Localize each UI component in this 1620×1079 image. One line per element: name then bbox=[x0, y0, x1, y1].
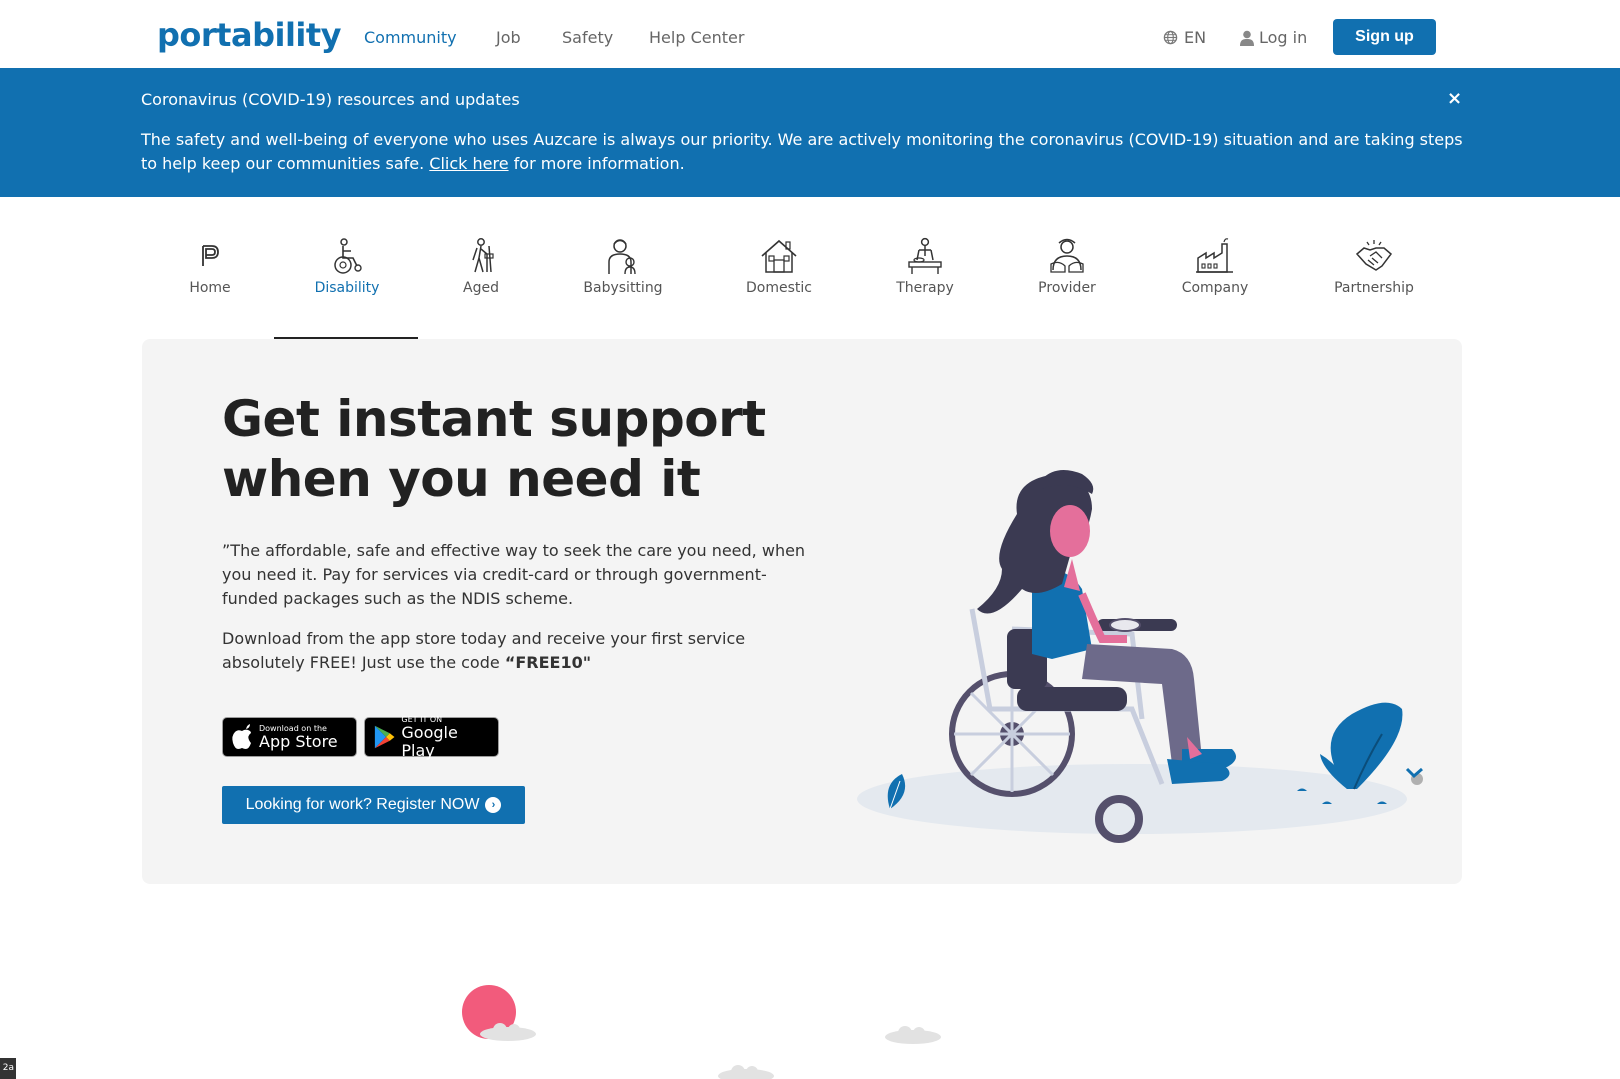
globe-icon bbox=[1163, 30, 1178, 45]
tab-babysitting[interactable]: Babysitting bbox=[553, 236, 693, 296]
hero-title-line1: Get instant support bbox=[222, 390, 766, 448]
tab-label: Disability bbox=[314, 280, 380, 296]
hero-title-line2: when you need it bbox=[222, 450, 701, 508]
tab-label: Domestic bbox=[746, 280, 812, 296]
app-store-big: App Store bbox=[259, 731, 338, 751]
cloud-decoration bbox=[885, 1026, 941, 1044]
banner-body: The safety and well-being of everyone wh… bbox=[141, 128, 1471, 176]
language-selector[interactable]: EN bbox=[1163, 28, 1206, 47]
tab-label: Aged bbox=[463, 280, 499, 296]
register-button[interactable]: Looking for work? Register NOW › bbox=[222, 786, 525, 824]
login-link[interactable]: Log in bbox=[1240, 28, 1307, 47]
tab-disability[interactable]: Disability bbox=[277, 236, 417, 296]
tab-domestic[interactable]: Domestic bbox=[709, 236, 849, 296]
hero-card: Get instant support when you need it ”The… bbox=[142, 339, 1462, 884]
massage-therapy-icon bbox=[908, 237, 942, 274]
hero-description: ”The affordable, safe and effective way … bbox=[222, 541, 806, 608]
corner-tag: 2a bbox=[0, 1058, 16, 1079]
banner-text: The safety and well-being of everyone wh… bbox=[141, 130, 1463, 173]
tab-label: Provider bbox=[1038, 280, 1096, 296]
nav-job[interactable]: Job bbox=[496, 28, 521, 47]
tab-partnership[interactable]: Partnership bbox=[1304, 236, 1444, 296]
covid-banner: Coronavirus (COVID-19) resources and upd… bbox=[0, 68, 1620, 197]
factory-icon bbox=[1196, 238, 1233, 273]
banner-title: Coronavirus (COVID-19) resources and upd… bbox=[141, 90, 520, 109]
app-store-text: Download on the App Store bbox=[259, 724, 338, 751]
banner-click-here-link[interactable]: Click here bbox=[429, 154, 508, 173]
app-store-button[interactable]: Download on the App Store bbox=[222, 717, 357, 757]
handshake-icon bbox=[1355, 240, 1393, 271]
nav-help-center[interactable]: Help Center bbox=[649, 28, 744, 47]
close-icon[interactable]: × bbox=[1447, 88, 1462, 109]
tab-label: Therapy bbox=[896, 280, 954, 296]
wheelchair-icon bbox=[334, 238, 362, 274]
tab-home[interactable]: Home bbox=[140, 236, 280, 296]
tab-label: Company bbox=[1181, 280, 1249, 296]
language-label: EN bbox=[1184, 28, 1207, 47]
tab-company[interactable]: Company bbox=[1145, 236, 1285, 296]
tab-aged[interactable]: Aged bbox=[411, 236, 551, 296]
chevron-right-icon: › bbox=[485, 797, 502, 813]
portability-p-icon bbox=[202, 245, 219, 266]
tab-provider[interactable]: Provider bbox=[997, 236, 1137, 296]
signup-button[interactable]: Sign up bbox=[1333, 19, 1436, 55]
hero-title: Get instant support when you need it bbox=[222, 389, 782, 509]
hero-promo: Download from the app store today and re… bbox=[222, 627, 812, 675]
google-play-big: Google Play bbox=[401, 722, 458, 760]
google-play-text: GET IT ON Google Play bbox=[401, 715, 490, 760]
nav-community[interactable]: Community bbox=[364, 28, 457, 47]
portability-logo[interactable]: portability bbox=[157, 16, 342, 54]
wheelchair-woman-illustration bbox=[857, 470, 1423, 843]
hero-promo-text: Download from the app store today and re… bbox=[222, 629, 746, 672]
tab-label: Home bbox=[189, 280, 231, 296]
tab-label: Partnership bbox=[1334, 280, 1414, 296]
apple-icon bbox=[232, 724, 251, 749]
cloud-decoration bbox=[718, 1065, 774, 1079]
login-label: Log in bbox=[1259, 28, 1308, 47]
elderly-walker-icon bbox=[472, 238, 494, 273]
nav-safety[interactable]: Safety bbox=[562, 28, 613, 47]
babysitter-icon bbox=[608, 239, 636, 275]
tab-label: Babysitting bbox=[583, 280, 663, 296]
google-play-button[interactable]: GET IT ON Google Play bbox=[364, 715, 499, 760]
banner-text-end: for more information. bbox=[508, 154, 685, 173]
google-play-icon bbox=[374, 725, 395, 749]
top-navigation: portability Community Job Safety Help Ce… bbox=[0, 0, 1620, 68]
tab-therapy[interactable]: Therapy bbox=[855, 236, 995, 296]
house-icon bbox=[761, 239, 797, 273]
user-icon bbox=[1240, 30, 1254, 46]
cloud-decoration bbox=[480, 1023, 536, 1041]
caregiver-icon bbox=[1050, 238, 1084, 273]
promo-code: “FREE10" bbox=[504, 653, 592, 672]
register-label: Looking for work? Register NOW bbox=[245, 796, 480, 813]
